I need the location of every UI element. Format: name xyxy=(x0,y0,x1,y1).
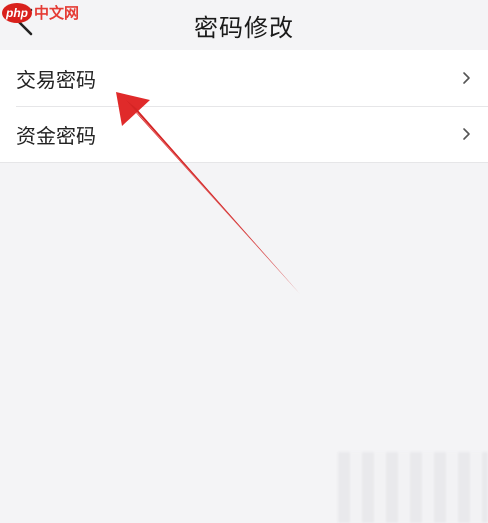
blurred-region xyxy=(338,452,488,523)
list-divider xyxy=(0,162,488,163)
list-item-fund-password[interactable]: 资金密码 xyxy=(0,106,488,162)
password-options-list: 交易密码 资金密码 xyxy=(0,50,488,162)
list-item-label: 资金密码 xyxy=(16,123,96,148)
site-watermark: php 中文网 xyxy=(2,2,79,23)
watermark-logo: php xyxy=(2,2,32,23)
list-item-label: 交易密码 xyxy=(16,67,96,92)
chevron-right-icon xyxy=(463,72,470,84)
list-item-trade-password[interactable]: 交易密码 xyxy=(0,50,488,106)
watermark-text: 中文网 xyxy=(34,4,80,22)
chevron-right-icon xyxy=(463,128,470,140)
